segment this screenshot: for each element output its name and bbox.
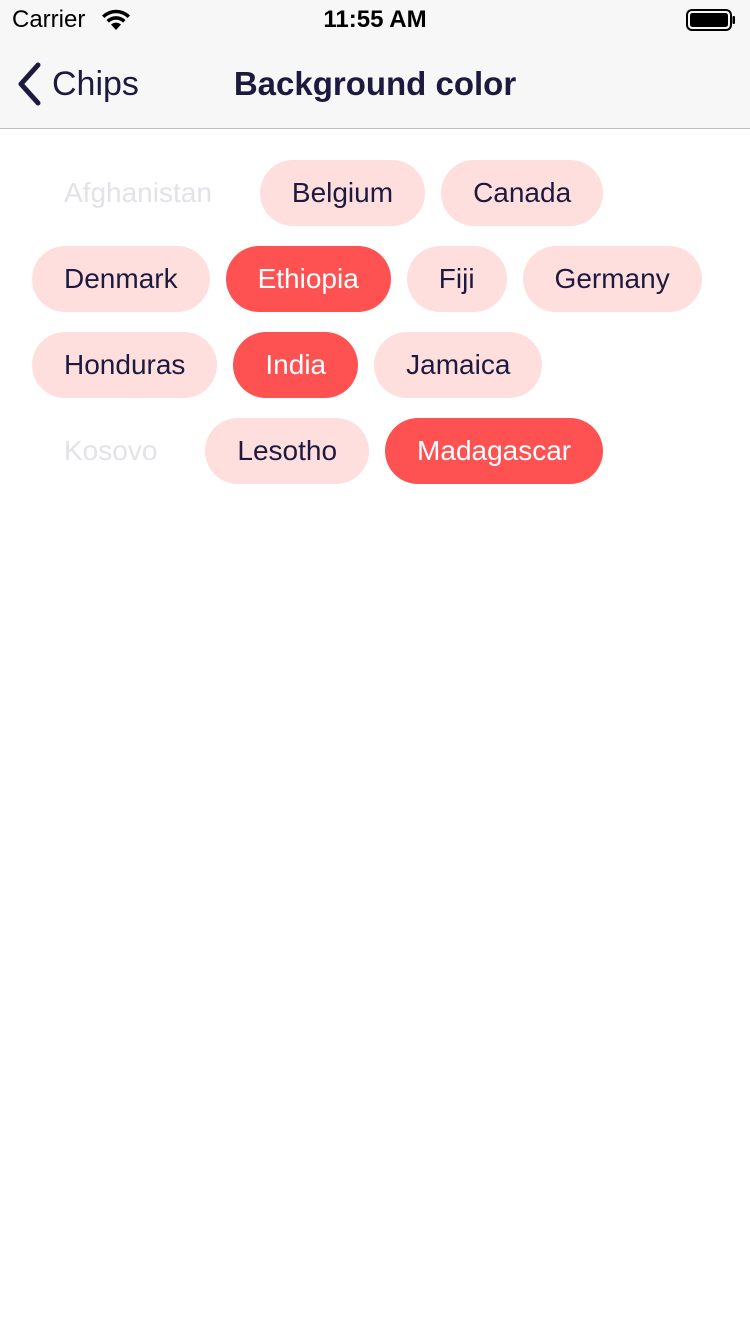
battery-icon	[686, 9, 735, 31]
chip-fiji[interactable]: Fiji	[406, 246, 507, 312]
clock: 11:55 AM	[323, 6, 427, 33]
chip-group: Afghanistan Belgium Canada Denmark Ethio…	[32, 160, 732, 504]
chip-canada[interactable]: Canada	[441, 160, 604, 226]
chip-row: Honduras India Jamaica	[32, 332, 732, 398]
navigation-bar: Chips Background color	[0, 40, 750, 129]
chip-row: Denmark Ethiopia Fiji Germany	[32, 246, 732, 312]
chip-kosovo: Kosovo	[64, 435, 158, 466]
chip-germany[interactable]: Germany	[522, 246, 702, 312]
chip-madagascar[interactable]: Madagascar	[385, 418, 604, 484]
chip-honduras[interactable]: Honduras	[32, 332, 218, 398]
chip-row: Afghanistan Belgium Canada	[32, 160, 732, 226]
chip-afghanistan: Afghanistan	[64, 177, 212, 208]
chip-lesotho[interactable]: Lesotho	[205, 418, 370, 484]
chip-ethiopia[interactable]: Ethiopia	[225, 246, 391, 312]
chip-denmark[interactable]: Denmark	[32, 246, 210, 312]
chip-row: Kosovo Lesotho Madagascar	[32, 418, 732, 484]
page-title: Background color	[233, 65, 517, 102]
chip-jamaica[interactable]: Jamaica	[374, 332, 543, 398]
chip-india[interactable]: India	[233, 332, 359, 398]
screen: Carrier 11:55 AM Chips Background color …	[0, 0, 750, 1334]
chip-belgium[interactable]: Belgium	[259, 160, 426, 226]
status-bar: Carrier 11:55 AM	[0, 0, 750, 40]
